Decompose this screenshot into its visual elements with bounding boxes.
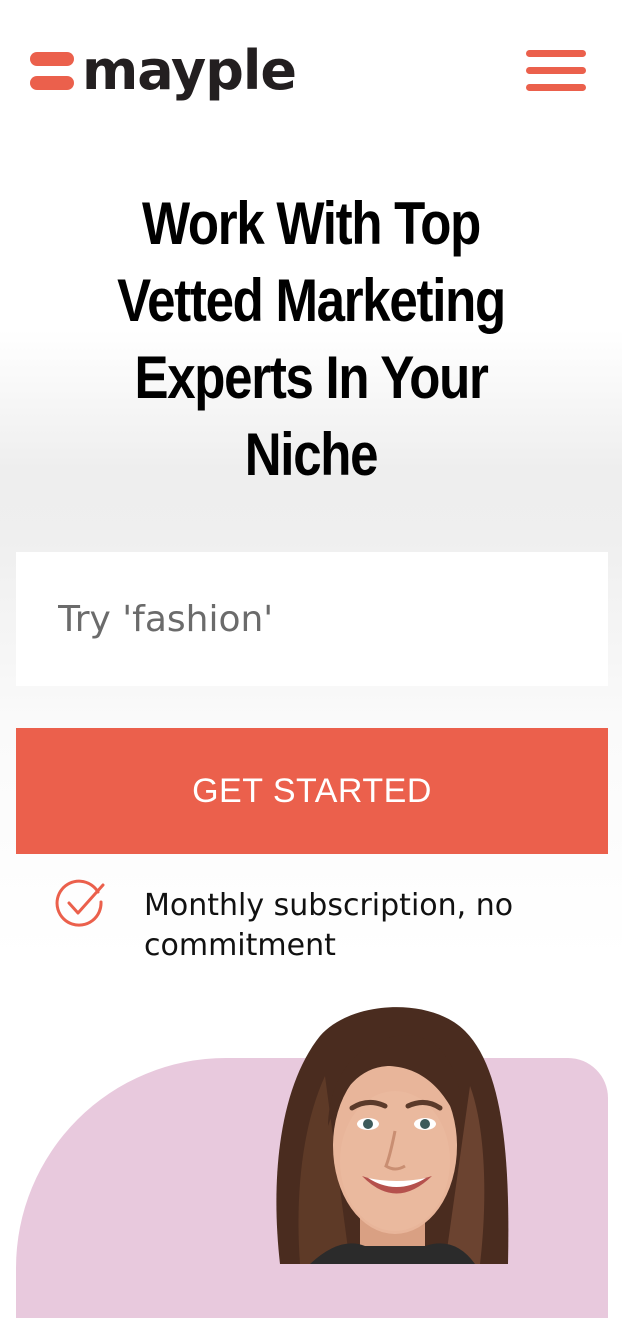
headline-line: Experts In Your: [134, 344, 488, 411]
niche-search-input[interactable]: [16, 552, 608, 686]
headline-line: Niche: [244, 421, 379, 488]
headline-line: Vetted Marketing: [117, 267, 506, 334]
get-started-label: GET STARTED: [192, 771, 432, 810]
feature-text: Monthly subscription, no commitment: [144, 888, 514, 963]
site-header: mayple: [0, 0, 622, 140]
get-started-button[interactable]: GET STARTED: [16, 728, 608, 854]
logo-text: mayple: [82, 39, 297, 102]
check-circle-icon: [55, 879, 105, 927]
hamburger-menu-icon[interactable]: [526, 50, 586, 92]
feature-item: Monthly subscription, no commitment: [52, 876, 592, 976]
logo-mark-icon: [30, 52, 74, 90]
woman-portrait-image: [276, 1007, 509, 1264]
mayple-logo[interactable]: mayple: [30, 39, 330, 110]
hero-headline: Work With Top Vetted Marketing Experts I…: [81, 185, 542, 493]
headline-line: Work With Top: [141, 190, 481, 257]
